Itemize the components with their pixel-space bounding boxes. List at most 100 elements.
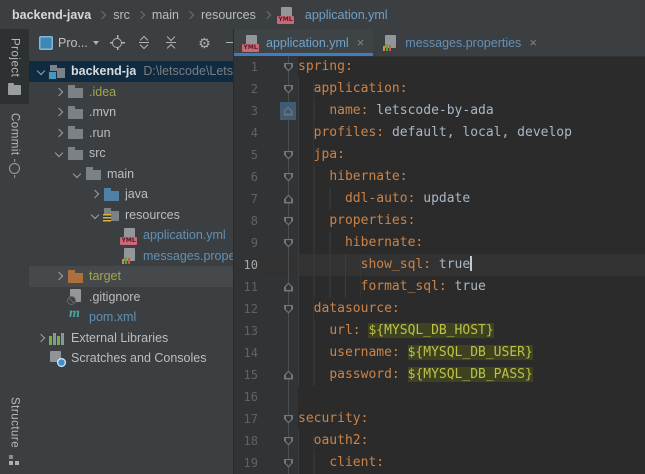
code-text: client: — [298, 452, 645, 474]
folder-icon — [8, 83, 21, 96]
locate-icon[interactable] — [108, 34, 126, 51]
yaml-key: show_sql: — [360, 257, 432, 272]
fold-column — [264, 452, 298, 474]
fold-marker-icon[interactable] — [284, 282, 293, 292]
code-line-11[interactable]: 11 format_sql: true — [234, 276, 645, 298]
tree-item-messages-properties[interactable]: messages.properties — [29, 246, 233, 267]
tree-chevron-icon[interactable] — [87, 186, 103, 202]
code-area[interactable]: 1 spring: 2 application: 3 name: letscode-b… — [234, 56, 645, 474]
tree-item-run[interactable]: .run — [29, 123, 233, 144]
code-line-8[interactable]: 8 properties: — [234, 210, 645, 232]
fold-marker-icon[interactable] — [284, 238, 293, 248]
tool-window-button-structure[interactable]: Structure — [0, 388, 29, 474]
tree-chevron-icon[interactable] — [51, 104, 67, 120]
fold-marker-icon[interactable] — [284, 84, 293, 94]
tree-item-application-yml[interactable]: application.yml — [29, 225, 233, 246]
fold-marker-icon[interactable] — [284, 370, 293, 380]
scratches-icon — [49, 350, 66, 367]
tool-window-button-project[interactable]: Project — [0, 29, 29, 105]
folder-icon — [67, 104, 84, 120]
tree-chevron-icon[interactable] — [51, 145, 67, 161]
tree-item-scratches[interactable]: Scratches and Consoles — [29, 348, 233, 369]
tree-item-mvn[interactable]: .mvn — [29, 102, 233, 123]
tree-item-src[interactable]: src — [29, 143, 233, 164]
chevron-right-icon — [262, 10, 272, 19]
code-line-3[interactable]: 3 name: letscode-by-ada — [234, 100, 645, 122]
settings-gear-icon[interactable]: ⚙ — [196, 34, 213, 51]
tool-window-button-commit[interactable]: Commit — [0, 104, 29, 183]
tree-item-pom-xml[interactable]: pom.xml — [29, 306, 233, 328]
fold-marker-icon[interactable] — [284, 194, 293, 204]
code-line-18[interactable]: 18 oauth2: — [234, 430, 645, 452]
breadcrumb-item-src[interactable]: src — [113, 8, 130, 22]
tab-application-yml[interactable]: application.yml × — [234, 29, 374, 56]
tree-chevron-icon[interactable] — [51, 268, 67, 284]
code-text: format_sql: true — [298, 276, 645, 298]
tree-item-external-libraries[interactable]: External Libraries — [29, 328, 233, 349]
tree-chevron-spacer — [105, 227, 121, 243]
close-tab-icon[interactable]: × — [357, 36, 365, 49]
tree-item-backend-java[interactable]: backend-java D:\letscode\Lets — [29, 61, 233, 82]
yml-file-icon — [276, 7, 295, 24]
breadcrumb-item-project[interactable]: backend-java — [12, 8, 91, 22]
tree-item-gitignore[interactable]: .gitignore — [29, 287, 233, 308]
code-line-6[interactable]: 6 hibernate: — [234, 166, 645, 188]
tree-chevron-icon[interactable] — [33, 63, 49, 79]
tree-chevron-icon[interactable] — [33, 330, 49, 346]
tree-chevron-icon[interactable] — [51, 125, 67, 141]
code-line-9[interactable]: 9 hibernate: — [234, 232, 645, 254]
tree-chevron-icon[interactable] — [51, 84, 67, 100]
properties-file-icon — [382, 35, 399, 51]
tree-item-main[interactable]: main — [29, 164, 233, 185]
code-text: jpa: — [298, 144, 645, 166]
tree-chevron-icon[interactable] — [87, 207, 103, 223]
code-line-17[interactable]: 17 security: — [234, 408, 645, 430]
fold-marker-icon[interactable] — [284, 458, 293, 468]
fold-marker-icon[interactable] — [284, 150, 293, 160]
breadcrumb-item-main[interactable]: main — [152, 8, 179, 22]
fold-marker-icon[interactable] — [284, 414, 293, 424]
code-line-1[interactable]: 1 spring: — [234, 56, 645, 78]
close-tab-icon[interactable]: × — [529, 36, 537, 49]
tree-chevron-spacer — [51, 289, 67, 305]
indent-guides — [298, 144, 314, 166]
code-line-19[interactable]: 19 client: — [234, 452, 645, 474]
tree-item-target[interactable]: target — [29, 266, 233, 287]
fold-column — [264, 320, 298, 342]
code-line-15[interactable]: 15 password: ${MYSQL_DB_PASS} — [234, 364, 645, 386]
code-line-16[interactable]: 16 — [234, 386, 645, 408]
tree-item-label: External Libraries — [71, 330, 169, 345]
code-line-12[interactable]: 12 datasource: — [234, 298, 645, 320]
fold-marker-icon[interactable] — [284, 216, 293, 226]
expand-all-icon[interactable] — [136, 34, 153, 51]
code-line-2[interactable]: 2 application: — [234, 78, 645, 100]
tree-item-java[interactable]: java — [29, 184, 233, 205]
code-text: datasource: — [298, 298, 645, 320]
code-line-14[interactable]: 14 username: ${MYSQL_DB_USER} — [234, 342, 645, 364]
stripe-top-group: Project Commit — [0, 29, 29, 183]
fold-marker-icon[interactable] — [284, 304, 293, 314]
tab-messages-properties[interactable]: messages.properties × — [373, 29, 546, 56]
tree-item-idea[interactable]: .idea — [29, 82, 233, 103]
indent-guides — [298, 430, 314, 452]
code-line-13[interactable]: 13 url: ${MYSQL_DB_HOST} — [234, 320, 645, 342]
line-number: 3 — [234, 100, 264, 122]
code-line-10[interactable]: 10 show_sql: true — [234, 254, 645, 276]
fold-column — [264, 122, 298, 144]
code-line-5[interactable]: 5 jpa: — [234, 144, 645, 166]
tree-chevron-icon[interactable] — [69, 166, 85, 182]
code-line-7[interactable]: 7 ddl-auto: update — [234, 188, 645, 210]
code-line-4[interactable]: 4 profiles: default, local, develop — [234, 122, 645, 144]
code-text: show_sql: true — [298, 254, 645, 276]
project-view-selector[interactable]: Pro... — [39, 35, 99, 50]
gitignore-icon — [67, 289, 84, 306]
fold-marker-icon[interactable] — [284, 436, 293, 446]
fold-marker-icon[interactable] — [284, 172, 293, 182]
tree-item-resources[interactable]: resources — [29, 205, 233, 226]
breadcrumb-item-file[interactable]: application.yml — [276, 7, 388, 24]
fold-marker-icon[interactable] — [283, 106, 293, 116]
hide-panel-icon[interactable] — [223, 34, 233, 51]
breadcrumb-item-resources[interactable]: resources — [201, 8, 256, 22]
fold-marker-icon[interactable] — [284, 62, 293, 72]
collapse-all-icon[interactable] — [163, 33, 180, 52]
